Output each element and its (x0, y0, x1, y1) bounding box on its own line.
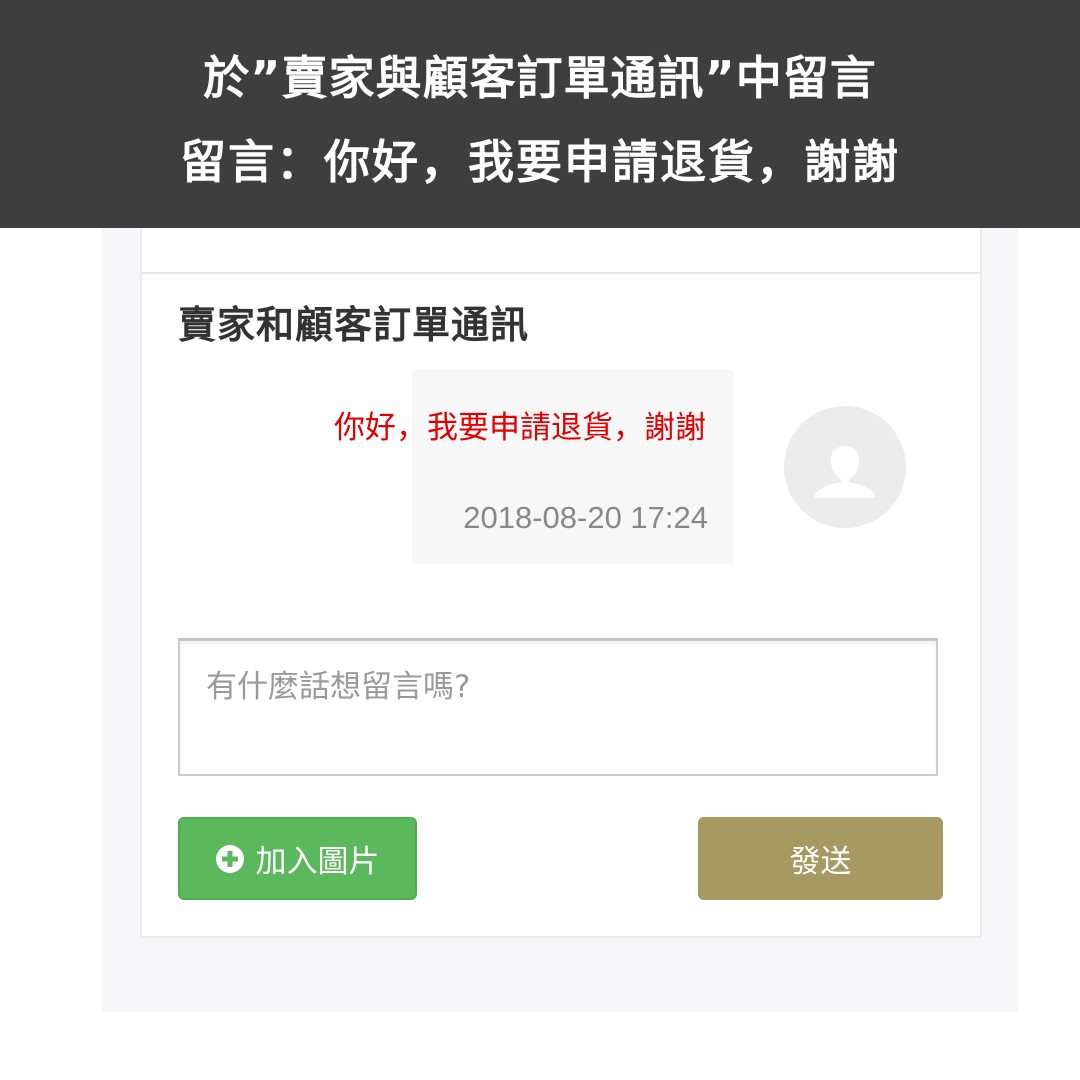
send-label: 發送 (789, 844, 852, 880)
plus-circle-icon (215, 844, 244, 873)
message-text: 你好，我要申請退貨，謝謝 (334, 410, 706, 446)
message-timestamp: 2018-08-20 17:24 (463, 500, 708, 535)
add-image-button[interactable]: 加入圖片 (178, 817, 417, 900)
message-input[interactable] (178, 638, 938, 776)
instruction-banner: 於”賣家與顧客訂單通訊”中留言 留言：你好，我要申請退貨，謝謝 (0, 0, 1080, 228)
user-silhouette-icon (784, 406, 906, 528)
section-title: 賣家和顧客訂單通訊 (178, 303, 530, 347)
previous-card-section (140, 228, 982, 274)
send-button[interactable]: 發送 (698, 817, 943, 900)
avatar (784, 406, 906, 528)
add-image-label: 加入圖片 (255, 844, 380, 880)
banner-line-1: 於”賣家與顧客訂單通訊”中留言 (203, 51, 877, 105)
banner-line-2: 留言：你好，我要申請退貨，謝謝 (180, 135, 900, 189)
